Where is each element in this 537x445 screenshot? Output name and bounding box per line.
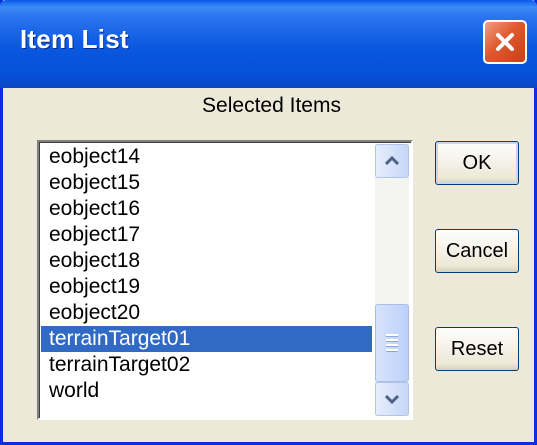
scroll-down-button[interactable] <box>375 382 409 416</box>
reset-button[interactable]: Reset <box>435 327 519 371</box>
list-item[interactable]: eobject15 <box>41 170 372 196</box>
list-item[interactable]: eobject17 <box>41 222 372 248</box>
scroll-thumb[interactable] <box>375 304 409 382</box>
item-list-dialog: Item List Selected Items eobject14 eobjec… <box>0 0 537 445</box>
list-item[interactable]: eobject14 <box>41 144 372 170</box>
list-item[interactable]: eobject19 <box>41 274 372 300</box>
cancel-button[interactable]: Cancel <box>435 229 519 273</box>
list-items: eobject14 eobject15 eobject16 eobject17 eobj… <box>41 144 372 404</box>
title-bar[interactable]: Item List <box>0 0 537 88</box>
items-listbox[interactable]: eobject14 eobject15 eobject16 eobject17 eobj… <box>37 140 413 420</box>
chevron-down-icon <box>384 394 400 405</box>
ok-button[interactable]: OK <box>435 141 519 185</box>
window-title: Item List <box>20 24 129 54</box>
chevron-up-icon <box>384 155 400 166</box>
list-item[interactable]: eobject16 <box>41 196 372 222</box>
grip-icon <box>386 332 398 354</box>
close-button[interactable] <box>483 20 527 64</box>
vertical-scrollbar[interactable] <box>375 144 409 416</box>
list-item[interactable]: terrainTarget02 <box>41 352 372 378</box>
close-icon <box>496 33 514 51</box>
list-item[interactable]: world <box>41 378 372 404</box>
list-item[interactable]: eobject20 <box>41 300 372 326</box>
list-item[interactable]: eobject18 <box>41 248 372 274</box>
scroll-up-button[interactable] <box>375 144 409 178</box>
list-caption: Selected Items <box>202 94 341 117</box>
list-item[interactable]: terrainTarget01 <box>41 326 372 352</box>
